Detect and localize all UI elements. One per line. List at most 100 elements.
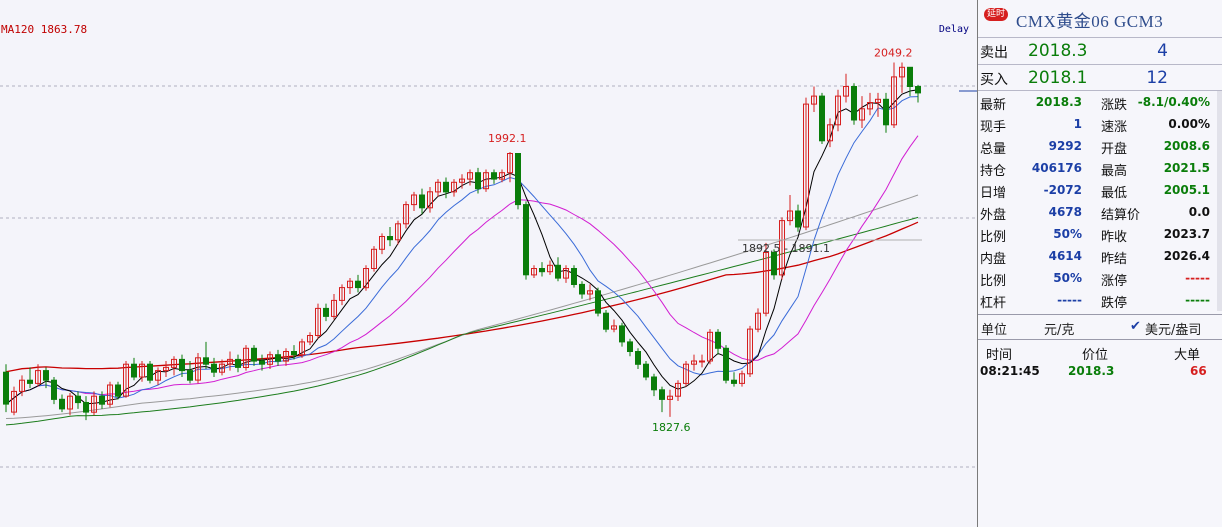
kline-chart-svg[interactable]: 2049.2 1992.1 1827.6 1892.5 - 1891.1: [0, 0, 977, 527]
candle-up: [699, 360, 705, 363]
candle-down: [59, 398, 65, 410]
candle-down: [443, 181, 449, 193]
candle-down: [211, 363, 217, 373]
stat-value: -8.1/0.40%: [1137, 95, 1210, 109]
candle-down: [643, 363, 649, 378]
candle-down: [915, 86, 921, 94]
stat-row: 外盘 4678 结算价 0.0: [978, 201, 1222, 223]
stat-value: -----: [1185, 271, 1210, 285]
stat-row: 现手 1 速涨 0.00%: [978, 113, 1222, 135]
stat-label: 速涨: [1101, 120, 1128, 135]
candle-down: [515, 153, 521, 206]
candle-down: [187, 370, 193, 381]
ask-label: 卖出: [980, 45, 1008, 61]
candle-down: [619, 325, 625, 343]
tick-price: 2018.3: [1068, 364, 1115, 378]
instrument-header: 延时 CMX黄金06 GCM3: [978, 0, 1222, 38]
kline-chart[interactable]: 2049.2 1992.1 1827.6 1892.5 - 1891.1 MA120 …: [0, 0, 977, 527]
stat-value: 1: [1073, 117, 1082, 131]
candle-down: [819, 95, 825, 142]
stat-label: 杠杆: [980, 296, 1007, 311]
tick-header-price: 价位: [1082, 348, 1109, 363]
stat-row: 日增 -2072 最低 2005.1: [978, 179, 1222, 201]
stat-row: 比例 50% 昨收 2023.7: [978, 223, 1222, 245]
candle-down: [723, 347, 729, 381]
stat-label: 日增: [980, 186, 1007, 201]
tick-header-time: 时间: [986, 348, 1013, 363]
stat-value: -----: [1057, 293, 1082, 307]
stat-label: 外盘: [980, 208, 1007, 223]
stat-value: 406176: [1031, 161, 1082, 175]
stat-value: 2005.1: [1163, 183, 1210, 197]
stat-label: 昨收: [1101, 230, 1128, 245]
stat-label: 开盘: [1101, 142, 1128, 157]
candle-down: [771, 252, 777, 276]
candle-down: [291, 351, 297, 356]
instrument-title[interactable]: CMX黄金06 GCM3: [1016, 7, 1163, 32]
unit-label: 单位: [981, 323, 1008, 338]
candle-down: [27, 379, 33, 384]
candle-down: [115, 384, 121, 397]
stat-value: 0.0: [1188, 205, 1210, 219]
candle-down: [635, 351, 641, 365]
delay-label: Delay: [938, 24, 969, 35]
stat-label: 跌停: [1101, 296, 1128, 311]
candle-down: [83, 402, 89, 413]
stat-row: 杠杆 ----- 跌停 -----: [978, 289, 1222, 311]
candle-down: [99, 395, 105, 405]
candle-down: [355, 280, 361, 289]
candle-down: [659, 389, 665, 400]
candle-down: [851, 86, 857, 121]
quote-panel: 延时 CMX黄金06 GCM3 卖出 2018.3 4 买入 2018.1 12…: [978, 0, 1222, 527]
stat-value: 2008.6: [1163, 139, 1210, 153]
settlement-dropdown[interactable]: 结算价: [1101, 204, 1140, 223]
bid-volume: 12: [1146, 68, 1168, 88]
tick-time: 08:21:45: [980, 364, 1040, 378]
candle-down: [179, 358, 185, 372]
stat-row: 持仓 406176 最高 2021.5: [978, 157, 1222, 179]
tick-header-big: 大单: [1174, 348, 1201, 363]
panel-scrollbar[interactable]: [1217, 91, 1222, 311]
stat-value: 50%: [1053, 227, 1082, 241]
stat-label: 最新: [980, 98, 1007, 113]
check-icon[interactable]: ✔: [1130, 319, 1141, 334]
candle-down: [203, 357, 209, 365]
stat-value: 9292: [1048, 139, 1082, 153]
stat-value: -2072: [1043, 183, 1082, 197]
tick-row: 08:21:45 2018.3 66: [978, 362, 1222, 380]
candle-down: [523, 204, 529, 276]
bid-row: 买入 2018.1 12: [978, 65, 1222, 91]
stat-value: 4678: [1048, 205, 1082, 219]
candle-down: [259, 360, 265, 365]
candle-down: [571, 268, 577, 285]
stat-label: 昨结: [1101, 252, 1128, 267]
candle-down: [3, 371, 9, 405]
candle-down: [475, 172, 481, 190]
high-left-label: 1992.1: [488, 132, 527, 145]
stat-label: 现手: [980, 120, 1007, 135]
stat-row: 内盘 4614 昨结 2026.4: [978, 245, 1222, 267]
tick-big: 66: [1190, 364, 1207, 378]
mid-range-label: 1892.5 - 1891.1: [742, 242, 830, 255]
candle-down: [795, 210, 801, 228]
stat-row: 比例 50% 涨停 -----: [978, 267, 1222, 289]
candle-down: [43, 370, 49, 381]
candle-down: [883, 98, 889, 126]
ask-row: 卖出 2018.3 4: [978, 38, 1222, 64]
unit-toggle-usd[interactable]: 美元/盎司: [1145, 319, 1201, 338]
stat-label: 最高: [1101, 164, 1128, 179]
stat-value: 2026.4: [1163, 249, 1210, 263]
ma120-label: MA120 1863.78: [1, 23, 88, 36]
stat-label: 比例: [980, 274, 1007, 289]
candle-down: [595, 290, 601, 314]
ask-price: 2018.3: [1028, 41, 1088, 61]
candle-down: [251, 347, 257, 362]
stat-label: 持仓: [980, 164, 1007, 179]
candle-down: [323, 307, 329, 317]
bid-label: 买入: [980, 72, 1008, 88]
candle-down: [75, 395, 81, 404]
candle-down: [579, 283, 585, 295]
tick-list-header: 时间 价位 大单: [978, 342, 1222, 363]
unit-row: 单位 元/克 ✔ 美元/盎司: [978, 314, 1222, 340]
candle-down: [555, 264, 561, 279]
